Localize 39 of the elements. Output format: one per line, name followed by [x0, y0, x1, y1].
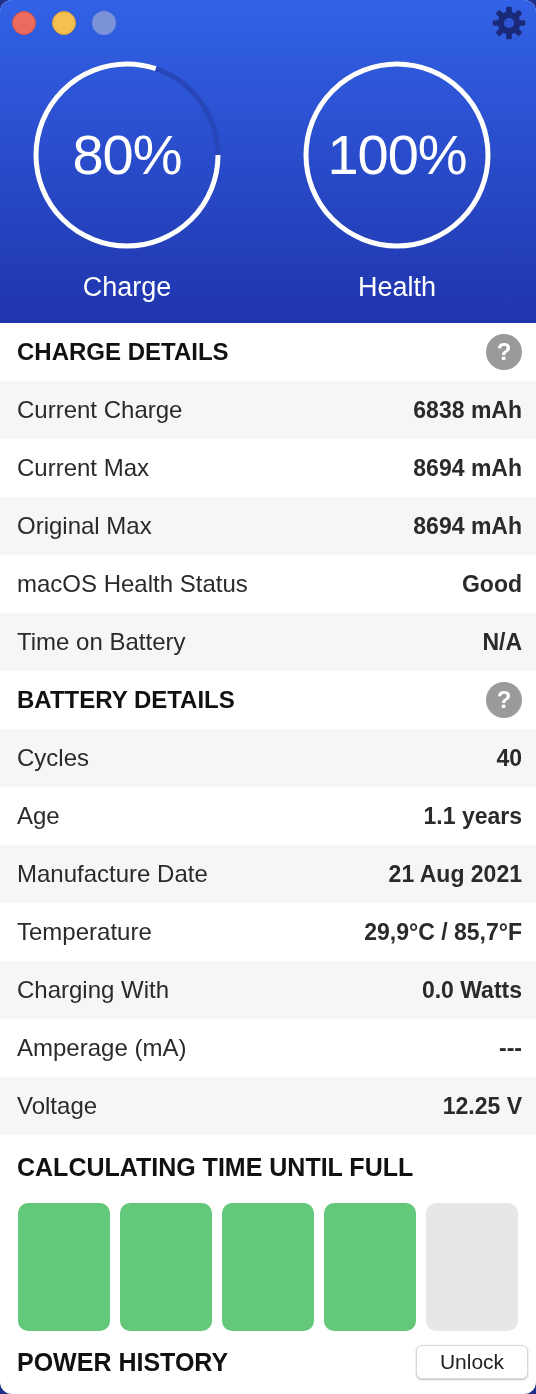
section-title: BATTERY DETAILS [17, 686, 235, 714]
row-value: --- [499, 1034, 522, 1062]
row-value: 12.25 V [442, 1092, 522, 1120]
row-label: Manufacture Date [17, 860, 208, 888]
gauge-value: 80% [71, 124, 183, 186]
row-value: N/A [482, 628, 522, 656]
section-title: CHARGE DETAILS [17, 338, 229, 366]
row-label: Current Max [17, 454, 150, 482]
row-label: Temperature [17, 918, 152, 946]
settings-icon[interactable] [492, 6, 526, 40]
row-value: Good [461, 570, 522, 598]
minimize-button[interactable] [52, 11, 76, 35]
zoom-button[interactable] [92, 11, 116, 35]
row-label: Time on Battery [17, 628, 186, 656]
row-label: Charging With [17, 976, 170, 1004]
row-label: Amperage (mA) [17, 1034, 187, 1062]
row-label: Cycles [17, 744, 89, 772]
unlock-button[interactable]: Unlock [416, 1345, 528, 1379]
row-label: Voltage [17, 1092, 98, 1120]
row-value: 29,9°C / 85,7°F [364, 918, 522, 946]
gauge-value: 100% [326, 124, 468, 186]
row-value: 21 Aug 2021 [388, 860, 522, 888]
gauge-label: Health [357, 272, 436, 303]
row-value: 0.0 Watts [421, 976, 522, 1004]
row-value: 40 [496, 744, 522, 772]
row-label: Original Max [17, 512, 152, 540]
row-value: 8694 mAh [413, 512, 522, 540]
row-label: Age [17, 802, 60, 830]
section-title: CALCULATING TIME UNTIL FULL [16, 1152, 415, 1183]
row-value: 1.1 years [423, 802, 522, 830]
help-button[interactable]: ? [486, 682, 522, 718]
section-title: POWER HISTORY [17, 1347, 229, 1377]
row-value: 6838 mAh [413, 396, 522, 424]
help-button[interactable]: ? [486, 334, 522, 370]
row-label: macOS Health Status [17, 570, 248, 598]
row-label: Current Charge [17, 396, 183, 424]
row-value: 8694 mAh [413, 454, 522, 482]
gauge-label: Charge [82, 272, 172, 303]
close-button[interactable] [12, 11, 36, 35]
